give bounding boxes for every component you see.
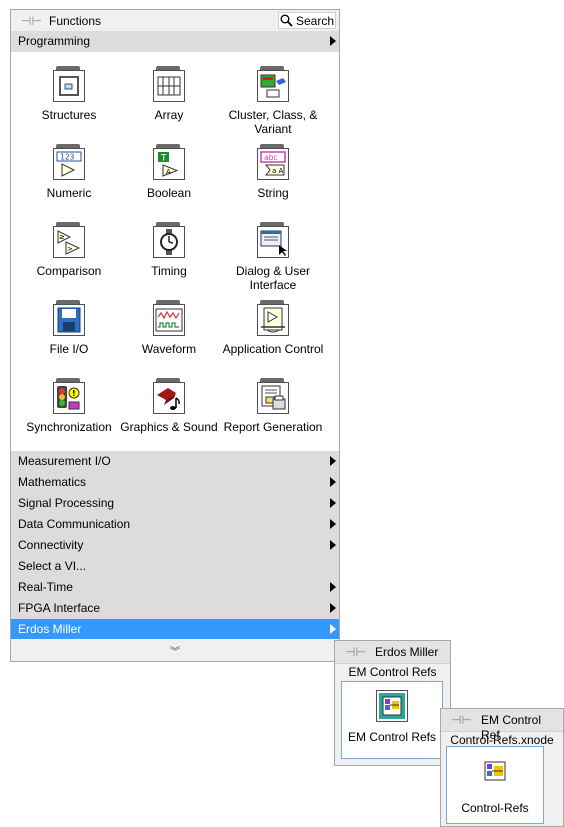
pin-icon[interactable]: ⊣⊢: [451, 713, 472, 727]
svg-text:!: !: [72, 389, 76, 398]
function-waveform[interactable]: Waveform: [114, 300, 224, 356]
search-label: Search: [295, 13, 335, 28]
category-fpga-interface[interactable]: FPGA Interface: [11, 598, 339, 619]
function-application-control[interactable]: Application Control: [218, 300, 328, 356]
dialog-icon: [257, 222, 289, 258]
submenu-arrow-icon: [330, 456, 336, 466]
function-synchronization[interactable]: ! Synchronization: [14, 378, 124, 434]
cluster-icon: [257, 66, 289, 102]
function-comparison[interactable]: ≥ > Comparison: [14, 222, 124, 278]
svg-text:>: >: [67, 245, 73, 253]
function-structures[interactable]: Structures: [14, 66, 124, 122]
submenu-arrow-icon: [330, 498, 336, 508]
numeric-icon: 123: [53, 144, 85, 180]
functions-palette: ⊣⊢ Functions Search Programming Structur…: [10, 9, 340, 662]
svg-text:abc: abc: [264, 153, 277, 162]
em-control-refs-item[interactable]: EM Control Refs: [341, 681, 443, 759]
svg-text:A: A: [166, 168, 171, 176]
category-data-communication[interactable]: Data Communication: [11, 514, 339, 535]
timing-icon: [153, 222, 185, 258]
pin-icon[interactable]: ⊣⊢: [345, 645, 366, 659]
function-file-io[interactable]: File I/O: [14, 300, 124, 356]
submenu-arrow-icon: [330, 603, 336, 613]
function-cluster-class-variant[interactable]: Cluster, Class, & Variant: [218, 66, 328, 136]
expand-palette-button[interactable]: ︾: [11, 639, 339, 661]
waveform-icon: [153, 300, 185, 336]
category-label: Programming: [18, 34, 91, 48]
category-connectivity[interactable]: Connectivity: [11, 535, 339, 556]
function-timing[interactable]: Timing: [114, 222, 224, 278]
array-icon: [153, 66, 185, 102]
svg-text:123: 123: [60, 153, 75, 162]
synchronization-icon: !: [53, 378, 85, 414]
function-string[interactable]: abc a A String: [218, 144, 328, 200]
comparison-icon: ≥ >: [53, 222, 85, 258]
function-boolean[interactable]: TA Boolean: [114, 144, 224, 200]
control-refs-item[interactable]: Control-Refs: [446, 746, 544, 824]
submenu-arrow-icon: [330, 519, 336, 529]
application-control-icon: [257, 300, 289, 336]
submenu-arrow-icon: [330, 582, 336, 592]
em-control-ref-palette: ⊣⊢ EM Control Ref Control-Refs.xnode Con…: [440, 708, 564, 827]
boolean-icon: TA: [153, 144, 185, 180]
search-icon: [280, 14, 293, 27]
control-refs-icon: [479, 755, 511, 787]
function-graphics-sound[interactable]: Graphics & Sound: [114, 378, 224, 434]
palette-titlebar: ⊣⊢ Functions Search: [11, 10, 339, 31]
submenu-arrow-icon: [330, 36, 336, 46]
function-report-generation[interactable]: Report Generation: [218, 378, 328, 434]
svg-text:≥: ≥: [59, 233, 65, 241]
category-mathematics[interactable]: Mathematics: [11, 472, 339, 493]
category-signal-processing[interactable]: Signal Processing: [11, 493, 339, 514]
em-control-refs-icon: [376, 690, 408, 722]
erdos-miller-heading: EM Control Refs: [348, 665, 437, 679]
submenu-arrow-icon: [330, 477, 336, 487]
string-icon: abc a A: [257, 144, 289, 180]
structures-icon: [53, 66, 85, 102]
report-generation-icon: [257, 378, 289, 414]
svg-text:a A: a A: [272, 167, 284, 175]
double-chevron-down-icon: ︾: [170, 647, 180, 658]
svg-text:T: T: [160, 154, 167, 164]
search-button[interactable]: Search: [278, 12, 336, 29]
file-io-icon: [53, 300, 85, 336]
erdos-miller-titlebar: ⊣⊢ Erdos Miller: [335, 641, 450, 664]
submenu-arrow-icon: [330, 540, 336, 550]
function-grid: Structures Array Cluster, Class, & Varia…: [11, 52, 339, 454]
category-select-a-vi[interactable]: Select a VI...: [11, 556, 339, 577]
function-dialog-user-interface[interactable]: Dialog & User Interface: [218, 222, 328, 292]
category-measurement-io[interactable]: Measurement I/O: [11, 451, 339, 472]
category-erdos-miller[interactable]: Erdos Miller: [11, 619, 339, 640]
erdos-miller-palette: ⊣⊢ Erdos Miller EM Control Refs EM Contr…: [334, 640, 451, 766]
function-numeric[interactable]: 123 Numeric: [14, 144, 124, 200]
graphics-sound-icon: [153, 378, 185, 414]
em-control-ref-titlebar: ⊣⊢ EM Control Ref: [441, 709, 563, 742]
submenu-arrow-icon: [330, 624, 336, 634]
function-array[interactable]: Array: [114, 66, 224, 122]
palette-title: Functions: [49, 14, 102, 28]
pin-icon[interactable]: ⊣⊢: [21, 14, 42, 28]
category-programming[interactable]: Programming: [11, 31, 339, 52]
category-real-time[interactable]: Real-Time: [11, 577, 339, 598]
